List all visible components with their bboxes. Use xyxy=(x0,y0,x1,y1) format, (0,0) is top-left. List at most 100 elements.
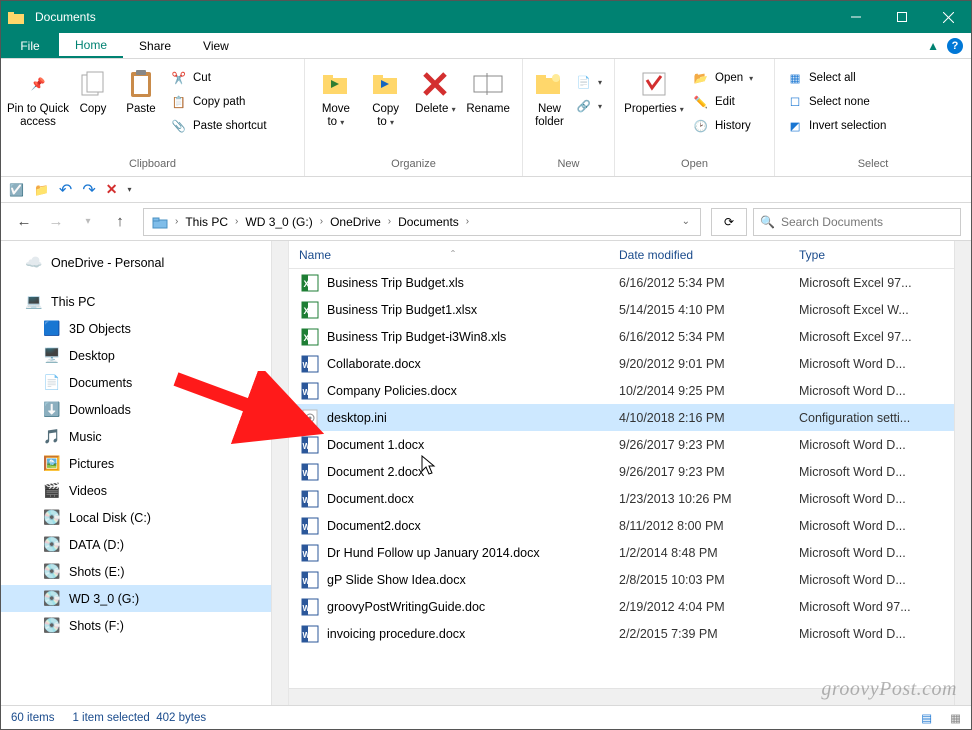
sidebar-item-wd-3-0-g-[interactable]: 💽WD 3_0 (G:) xyxy=(1,585,288,612)
table-row[interactable]: desktop.ini4/10/2018 2:16 PMConfiguratio… xyxy=(289,404,971,431)
address-dropdown-icon[interactable]: ⌄ xyxy=(679,216,696,227)
history-button[interactable]: 🕑History xyxy=(689,115,757,137)
help-icon[interactable]: ? xyxy=(947,38,963,54)
file-name: Business Trip Budget.xls xyxy=(327,276,464,290)
table-row[interactable]: WDocument.docx1/23/2013 10:26 PMMicrosof… xyxy=(289,485,971,512)
new-item-dropdown[interactable]: 📄▾ xyxy=(572,71,606,93)
table-row[interactable]: WDocument 2.docx9/26/2017 9:23 PMMicroso… xyxy=(289,458,971,485)
cloud-icon: ☁️ xyxy=(25,254,43,272)
sidebar-item-3d-objects[interactable]: 🟦3D Objects xyxy=(1,315,288,342)
folder-icon: 🟦 xyxy=(43,320,61,338)
breadcrumb-seg-3[interactable]: Documents xyxy=(394,215,463,229)
file-type-icon: W xyxy=(301,490,319,508)
sidebar-item-shots-e-[interactable]: 💽Shots (E:) xyxy=(1,558,288,585)
sidebar-item-this-pc[interactable]: 💻 This PC xyxy=(1,288,288,315)
breadcrumb[interactable]: › This PC › WD 3_0 (G:) › OneDrive › Doc… xyxy=(143,208,701,236)
edit-button[interactable]: ✏️Edit xyxy=(689,91,757,113)
invert-selection-button[interactable]: ◩Invert selection xyxy=(783,115,890,137)
chevron-right-icon[interactable]: › xyxy=(172,216,181,227)
chevron-right-icon[interactable]: › xyxy=(232,216,241,227)
maximize-button[interactable] xyxy=(879,1,925,33)
copy-button[interactable]: Copy xyxy=(69,63,117,120)
file-tab[interactable]: File xyxy=(1,33,59,58)
properties-button[interactable]: Properties ▾ xyxy=(621,63,687,120)
paste-shortcut-button[interactable]: 📎Paste shortcut xyxy=(167,115,271,137)
view-details-icon[interactable]: ▤ xyxy=(921,711,932,725)
sidebar-item-documents[interactable]: 📄Documents xyxy=(1,369,288,396)
breadcrumb-root-icon[interactable] xyxy=(148,215,172,229)
chevron-right-icon[interactable]: › xyxy=(385,216,394,227)
table-row[interactable]: WCompany Policies.docx10/2/2014 9:25 PMM… xyxy=(289,377,971,404)
chevron-right-icon[interactable]: › xyxy=(317,216,326,227)
recent-locations-dropdown[interactable]: ▾ xyxy=(75,209,101,235)
up-button[interactable]: ↑ xyxy=(107,209,133,235)
view-large-icons-icon[interactable]: ▦ xyxy=(950,711,961,725)
navigation-pane[interactable]: ☁️ OneDrive - Personal 💻 This PC 🟦3D Obj… xyxy=(1,241,289,705)
sidebar-item-onedrive[interactable]: ☁️ OneDrive - Personal xyxy=(1,249,288,276)
select-none-button[interactable]: ☐Select none xyxy=(783,91,890,113)
properties-qat-icon[interactable]: ☑️ xyxy=(9,183,24,197)
table-row[interactable]: Winvoicing procedure.docx2/2/2015 7:39 P… xyxy=(289,620,971,647)
new-folder-qat-icon[interactable]: 📁 xyxy=(34,183,49,197)
search-icon: 🔍 xyxy=(760,215,775,229)
breadcrumb-seg-0[interactable]: This PC xyxy=(181,215,232,229)
breadcrumb-seg-1[interactable]: WD 3_0 (G:) xyxy=(241,215,316,229)
open-button[interactable]: 📂Open ▾ xyxy=(689,67,757,89)
list-scrollbar-horizontal[interactable] xyxy=(289,688,954,705)
forward-button[interactable]: → xyxy=(43,209,69,235)
list-scrollbar-vertical[interactable] xyxy=(954,241,971,705)
share-tab[interactable]: Share xyxy=(123,33,187,58)
file-type-icon: W xyxy=(301,598,319,616)
copy-to-button[interactable]: Copy to ▾ xyxy=(361,63,411,133)
copy-path-button[interactable]: 📋Copy path xyxy=(167,91,271,113)
close-button[interactable] xyxy=(925,1,971,33)
view-tab[interactable]: View xyxy=(187,33,245,58)
collapse-ribbon-icon[interactable]: ▲ xyxy=(927,39,939,53)
table-row[interactable]: XBusiness Trip Budget1.xlsx5/14/2015 4:1… xyxy=(289,296,971,323)
table-row[interactable]: WDocument2.docx8/11/2012 8:00 PMMicrosof… xyxy=(289,512,971,539)
sidebar-item-shots-f-[interactable]: 💽Shots (F:) xyxy=(1,612,288,639)
chevron-right-icon[interactable]: › xyxy=(463,216,472,227)
file-name: desktop.ini xyxy=(327,411,387,425)
sidebar-item-music[interactable]: 🎵Music xyxy=(1,423,288,450)
column-header-name[interactable]: Nameˆ xyxy=(289,248,609,262)
file-date: 6/16/2012 5:34 PM xyxy=(609,276,789,290)
pin-to-quick-access-button[interactable]: 📌 Pin to Quick access xyxy=(7,63,69,133)
sidebar-item-desktop[interactable]: 🖥️Desktop xyxy=(1,342,288,369)
table-row[interactable]: WgP Slide Show Idea.docx2/8/2015 10:03 P… xyxy=(289,566,971,593)
home-tab[interactable]: Home xyxy=(59,33,123,58)
back-button[interactable]: ← xyxy=(11,209,37,235)
sidebar-item-videos[interactable]: 🎬Videos xyxy=(1,477,288,504)
delete-qat-icon[interactable]: ✕ xyxy=(106,181,118,198)
undo-icon[interactable]: ↶ xyxy=(59,180,72,200)
svg-text:W: W xyxy=(303,388,311,397)
table-row[interactable]: WDocument 1.docx9/26/2017 9:23 PMMicroso… xyxy=(289,431,971,458)
table-row[interactable]: WDr Hund Follow up January 2014.docx1/2/… xyxy=(289,539,971,566)
table-row[interactable]: XBusiness Trip Budget.xls6/16/2012 5:34 … xyxy=(289,269,971,296)
new-folder-button[interactable]: New folder xyxy=(529,63,570,133)
breadcrumb-seg-2[interactable]: OneDrive xyxy=(326,215,385,229)
move-to-button[interactable]: Move to ▾ xyxy=(311,63,361,133)
paste-button[interactable]: Paste xyxy=(117,63,165,120)
sidebar-item-pictures[interactable]: 🖼️Pictures xyxy=(1,450,288,477)
rename-button[interactable]: Rename xyxy=(460,63,516,120)
easy-access-dropdown[interactable]: 🔗▾ xyxy=(572,95,606,117)
cut-button[interactable]: ✂️Cut xyxy=(167,67,271,89)
sidebar-item-data-d-[interactable]: 💽DATA (D:) xyxy=(1,531,288,558)
sidebar-item-local-disk-c-[interactable]: 💽Local Disk (C:) xyxy=(1,504,288,531)
search-input[interactable]: 🔍 Search Documents xyxy=(753,208,961,236)
minimize-button[interactable] xyxy=(833,1,879,33)
table-row[interactable]: WCollaborate.docx9/20/2012 9:01 PMMicros… xyxy=(289,350,971,377)
column-header-type[interactable]: Type xyxy=(789,248,971,262)
redo-icon[interactable]: ↷ xyxy=(82,180,95,200)
column-header-date[interactable]: Date modified xyxy=(609,248,789,262)
table-row[interactable]: XBusiness Trip Budget-i3Win8.xls6/16/201… xyxy=(289,323,971,350)
delete-button[interactable]: Delete ▾ xyxy=(411,63,461,120)
select-all-button[interactable]: ▦Select all xyxy=(783,67,890,89)
qat-dropdown-icon[interactable]: ▾ xyxy=(127,185,131,194)
table-row[interactable]: WgroovyPostWritingGuide.doc2/19/2012 4:0… xyxy=(289,593,971,620)
file-type-icon: W xyxy=(301,355,319,373)
sidebar-item-downloads[interactable]: ⬇️Downloads xyxy=(1,396,288,423)
sidebar-scrollbar[interactable] xyxy=(271,241,288,705)
refresh-button[interactable]: ⟳ xyxy=(711,208,747,236)
